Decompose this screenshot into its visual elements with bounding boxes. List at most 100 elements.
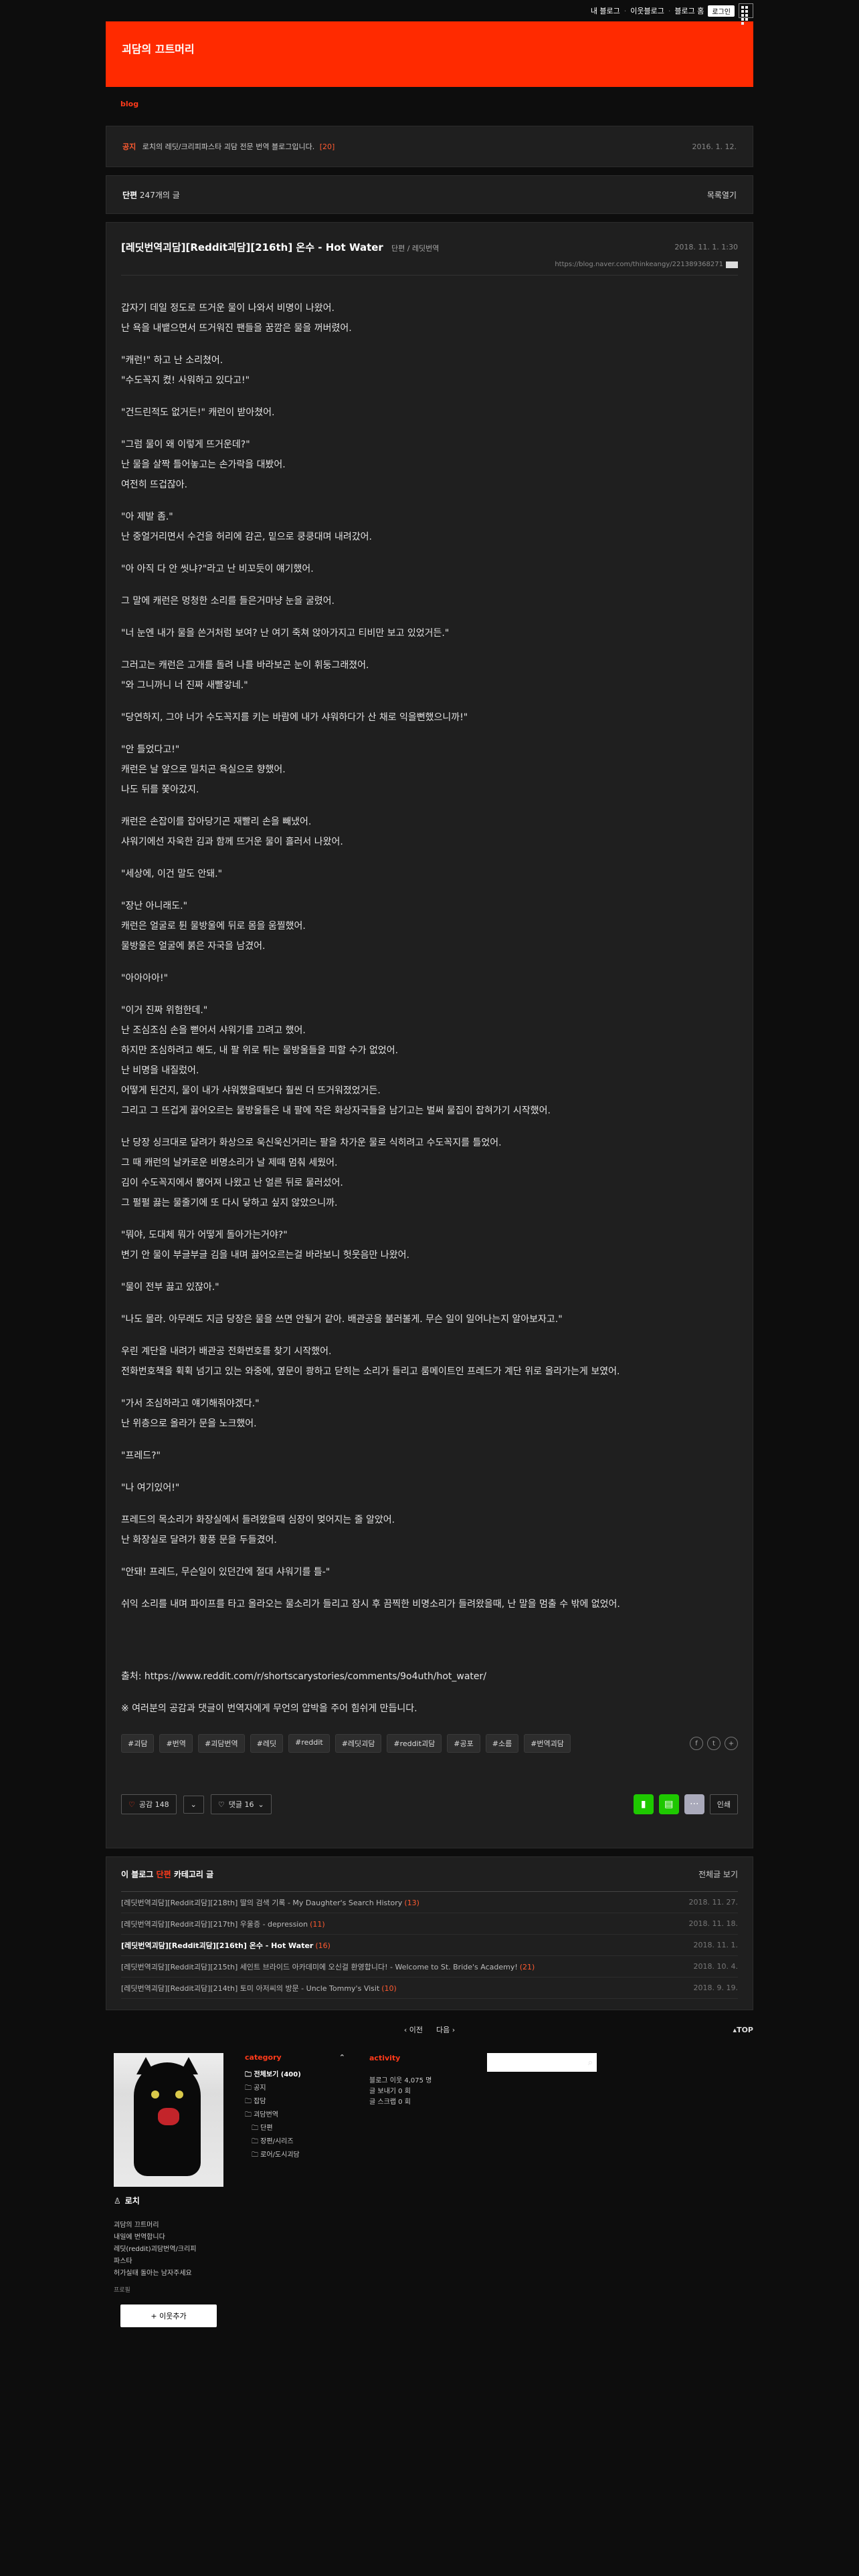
prev-button[interactable]: ‹ 이전 — [404, 2024, 423, 2035]
category-item[interactable]: 🗀 잡담 — [245, 2095, 345, 2109]
category-item[interactable]: 🗀 전체보기 (400) — [245, 2068, 345, 2082]
category-name: 단편 — [122, 190, 138, 200]
activity-line: 글 보내기 0 회 — [369, 2088, 411, 2095]
category-item[interactable]: 🗀 로어/도시괴담 — [245, 2149, 345, 2162]
tag-chip[interactable]: #괴담번역 — [197, 1734, 245, 1753]
list-open-button[interactable]: 목록열기 — [707, 189, 737, 201]
like-button[interactable]: ♡ 공감 148 — [121, 1794, 177, 1814]
comment-button[interactable]: ♡ 댓글 16 ⌄ — [210, 1794, 272, 1814]
blog-title[interactable]: 괴담의 끄트머리 — [122, 40, 195, 56]
post-paragraph: "아아아아!" — [121, 973, 169, 984]
collapse-icon[interactable]: ⌃ — [339, 2053, 345, 2062]
tag-chip[interactable]: #reddit — [288, 1734, 330, 1753]
related-posts: 이 블로그 단편 카테고리 글 전체글 보기 [레딧번역괴담][Reddit괴담… — [106, 1856, 753, 2010]
my-blog-link[interactable]: 내 블로그 — [591, 5, 620, 16]
post-paragraph: 그러고는 캐런은 고개를 돌려 나를 바라보곤 눈이 휘둥그래졌어. "와 그니까… — [121, 660, 369, 691]
share-twitter-icon[interactable]: t — [707, 1737, 721, 1750]
share-blog-icon[interactable]: ▮ — [633, 1794, 654, 1814]
post-paragraph: "장난 아니래도." 캐런은 얼굴로 튄 물방울에 뒤로 몸을 움찔했어. 물방울은… — [121, 901, 306, 952]
category-header: 단편 247개의 글 목록열기 — [106, 175, 753, 214]
notice-text[interactable]: 로치의 레딧/크리피파스타 괴담 전문 번역 블로그입니다. — [142, 142, 314, 151]
profile: ♙ 로치 괴담의 끄트머리 내일에 번역합니다 레딧(reddit)괴담번역/크리피 파… — [114, 2053, 223, 2327]
related-post-row[interactable]: [레딧번역괴담][Reddit괴담][216th] 온수 - Hot Water… — [121, 1935, 738, 1956]
related-post-row[interactable]: [레딧번역괴담][Reddit괴담][214th] 토미 아저씨의 방문 - U… — [121, 1977, 738, 1999]
category-count: 247개의 글 — [139, 190, 180, 200]
tag-chip[interactable]: #번역 — [159, 1734, 193, 1753]
notice-comment-count: [20] — [319, 142, 335, 151]
activity-heading: activity — [369, 2054, 401, 2062]
tag-chip[interactable]: #공포 — [447, 1734, 480, 1753]
tag-chip[interactable]: #reddit괴담 — [387, 1734, 442, 1753]
profile-link[interactable]: 프로필 — [114, 2285, 223, 2294]
post-paragraph: "가서 조심하라고 얘기해줘야겠다." 난 위층으로 올라가 문을 노크했어. — [121, 1398, 260, 1429]
search-box[interactable]: ⌕ — [487, 2053, 597, 2072]
heart-icon: ♡ — [128, 1800, 135, 1809]
notice-bar: 공지 로치의 레딧/크리피파스타 괴담 전문 번역 블로그입니다. [20] 2… — [106, 126, 753, 167]
blog-header: 괴담의 끄트머리 — [106, 21, 753, 87]
tag-chip[interactable]: #소름 — [485, 1734, 519, 1753]
like-dropdown[interactable]: ⌄ — [183, 1795, 204, 1814]
post-paragraph: "캐런!" 하고 난 소리쳤어. "수도꼭지 켰! 사워하고 있다고!" — [121, 355, 250, 386]
post-paragraph: "뭐야, 도대체 뭐가 어떻게 돌아가는거야?" 변기 안 물이 부글부글 김을 … — [121, 1230, 409, 1261]
tag-chip[interactable]: #레딧 — [250, 1734, 284, 1753]
post-paragraph: 난 당장 싱크대로 달려가 화상으로 욱신욱신거리는 팔을 차가운 물로 식히려… — [121, 1138, 502, 1208]
activity-line: 글 스크랩 0 회 — [369, 2099, 411, 2106]
category-item[interactable]: 🗀 공지 — [245, 2082, 345, 2095]
post-paragraph: 캐런은 손잡이를 잡아당기곤 재빨리 손을 빼냈어. 샤워기에선 자욱한 김과 함… — [121, 817, 343, 847]
post-source[interactable]: 출처: https://www.reddit.com/r/shortscarys… — [121, 1667, 738, 1687]
share-more-icon[interactable]: + — [725, 1737, 738, 1750]
next-button[interactable]: 다음 › — [436, 2024, 455, 2035]
category-item[interactable]: 🗀 단편 — [245, 2122, 345, 2135]
nav-blog-tab[interactable]: blog — [120, 100, 138, 108]
post: [레딧번역괴담][Reddit괴담][216th] 온수 - Hot Water… — [106, 222, 753, 1848]
post-paragraph: "세상에, 이건 말도 안돼." — [121, 869, 223, 879]
related-post-row[interactable]: [레딧번역괴담][Reddit괴담][218th] 딸의 검색 기록 - My … — [121, 1892, 738, 1913]
share-cafe-icon[interactable]: ▤ — [658, 1794, 679, 1814]
tag-chip[interactable]: #괴담 — [121, 1734, 155, 1753]
post-paragraph: 프레드의 목소리가 화장실에서 들려왔을때 심장이 멎어지는 줄 알았어. 난 화… — [121, 1515, 395, 1545]
footer: ♙ 로치 괴담의 끄트머리 내일에 번역합니다 레딧(reddit)괴담번역/크리피 파… — [114, 2046, 745, 2327]
post-title[interactable]: [레딧번역괴담][Reddit괴담][216th] 온수 - Hot Water — [121, 241, 383, 253]
tag-chip[interactable]: #레딧괴담 — [335, 1734, 382, 1753]
post-paragraph: "안돼! 프레드, 무슨일이 있던간에 절대 샤워기를 틀-" — [121, 1567, 330, 1578]
category-item[interactable]: 🗀 장편/시리즈 — [245, 2135, 345, 2149]
post-paragraph: "건드린적도 없거든!" 캐런이 받아쳤어. — [121, 407, 275, 418]
category-widget: category ⌃ 🗀 전체보기 (400) 🗀 공지 🗀 잡담 🗀 괴담번역 🗀 단편… — [245, 2053, 345, 2162]
activity-widget: activity 블로그 이웃 4,075 명글 보내기 0 회글 스크랩 0 … — [369, 2053, 470, 2108]
more-icon[interactable]: ··· — [684, 1794, 704, 1814]
related-post-row[interactable]: [레딧번역괴담][Reddit괴담][217th] 우울증 - depressi… — [121, 1913, 738, 1935]
search-icon[interactable]: ⌕ — [588, 2058, 593, 2068]
category-item[interactable]: 🗀 괴담번역 — [245, 2109, 345, 2122]
tag-chip[interactable]: #번역괴담 — [524, 1734, 571, 1753]
post-body: 갑자기 데일 정도로 뜨거운 물이 나와서 비명이 나왔어. 난 욕을 내뱉으면서… — [121, 276, 738, 1719]
post-url[interactable]: https://blog.naver.com/thinkeangy/221389… — [555, 261, 723, 268]
copy-url-icon[interactable] — [726, 261, 738, 268]
category-heading: category — [245, 2053, 282, 2062]
post-actions: ♡ 공감 148 ⌄ ♡ 댓글 16 ⌄ ▮ ▤ ··· 인쇄 — [121, 1794, 738, 1814]
pager: ‹ 이전 다음 › ▴TOP — [106, 2020, 753, 2040]
post-paragraph: "이거 진짜 위험한데." 난 조심조심 손을 뻗어서 샤워기를 끄려고 했어. 하… — [121, 1005, 551, 1116]
neighbor-blog-link[interactable]: 이웃블로그 — [630, 5, 664, 16]
blog-home-link[interactable]: 블로그 홈 — [674, 5, 704, 16]
profile-image — [114, 2053, 223, 2187]
notice-date: 2016. 1. 12. — [692, 142, 737, 151]
tag-list: #괴담 #번역 #괴담번역 #레딧 #reddit #레딧괴담 #reddit괴담 #공포 #소… — [121, 1734, 738, 1753]
post-category[interactable]: 단편 / 레딧번역 — [391, 244, 439, 253]
related-post-row[interactable]: [레딧번역괴담][Reddit괴담][215th] 세인트 브라이드 아카데미에… — [121, 1956, 738, 1977]
post-paragraph: "안 틀었다고!" 캐런은 날 앞으로 밀치곤 욕실으로 향했어. 나도 뒤를 쫓아… — [121, 744, 286, 795]
apps-grid-icon[interactable] — [739, 3, 753, 25]
post-paragraph: "너 눈엔 내가 물을 쓴거처럼 보여? 난 여기 죽쳐 앉아가지고 티비만 보… — [121, 628, 450, 639]
post-paragraph: "물이 전부 끓고 있잖아." — [121, 1282, 219, 1293]
print-button[interactable]: 인쇄 — [709, 1794, 738, 1814]
top-button[interactable]: ▴TOP — [733, 2026, 753, 2034]
all-posts-link[interactable]: 전체글 보기 — [698, 1868, 738, 1880]
login-button[interactable]: 로그인 — [708, 5, 735, 17]
profile-name[interactable]: 로치 — [125, 2195, 140, 2206]
share-facebook-icon[interactable]: f — [690, 1737, 703, 1750]
activity-line: 블로그 이웃 4,075 명 — [369, 2077, 432, 2084]
post-paragraph: "아 제발 좀." 난 중얼거리면서 수건을 허리에 감곤, 밑으로 쿵쿵대며 내… — [121, 512, 372, 542]
post-paragraph: 갑자기 데일 정도로 뜨거운 물이 나와서 비명이 나왔어. 난 욕을 내뱉으면서… — [121, 303, 352, 334]
post-paragraph: 쉬익 소리를 내며 파이프를 타고 올라오는 물소리가 들리고 잠시 후 끔찍한… — [121, 1599, 620, 1610]
add-neighbor-button[interactable]: + 이웃추가 — [120, 2304, 217, 2327]
post-date: 2018. 11. 1. 1:30 — [674, 243, 738, 251]
